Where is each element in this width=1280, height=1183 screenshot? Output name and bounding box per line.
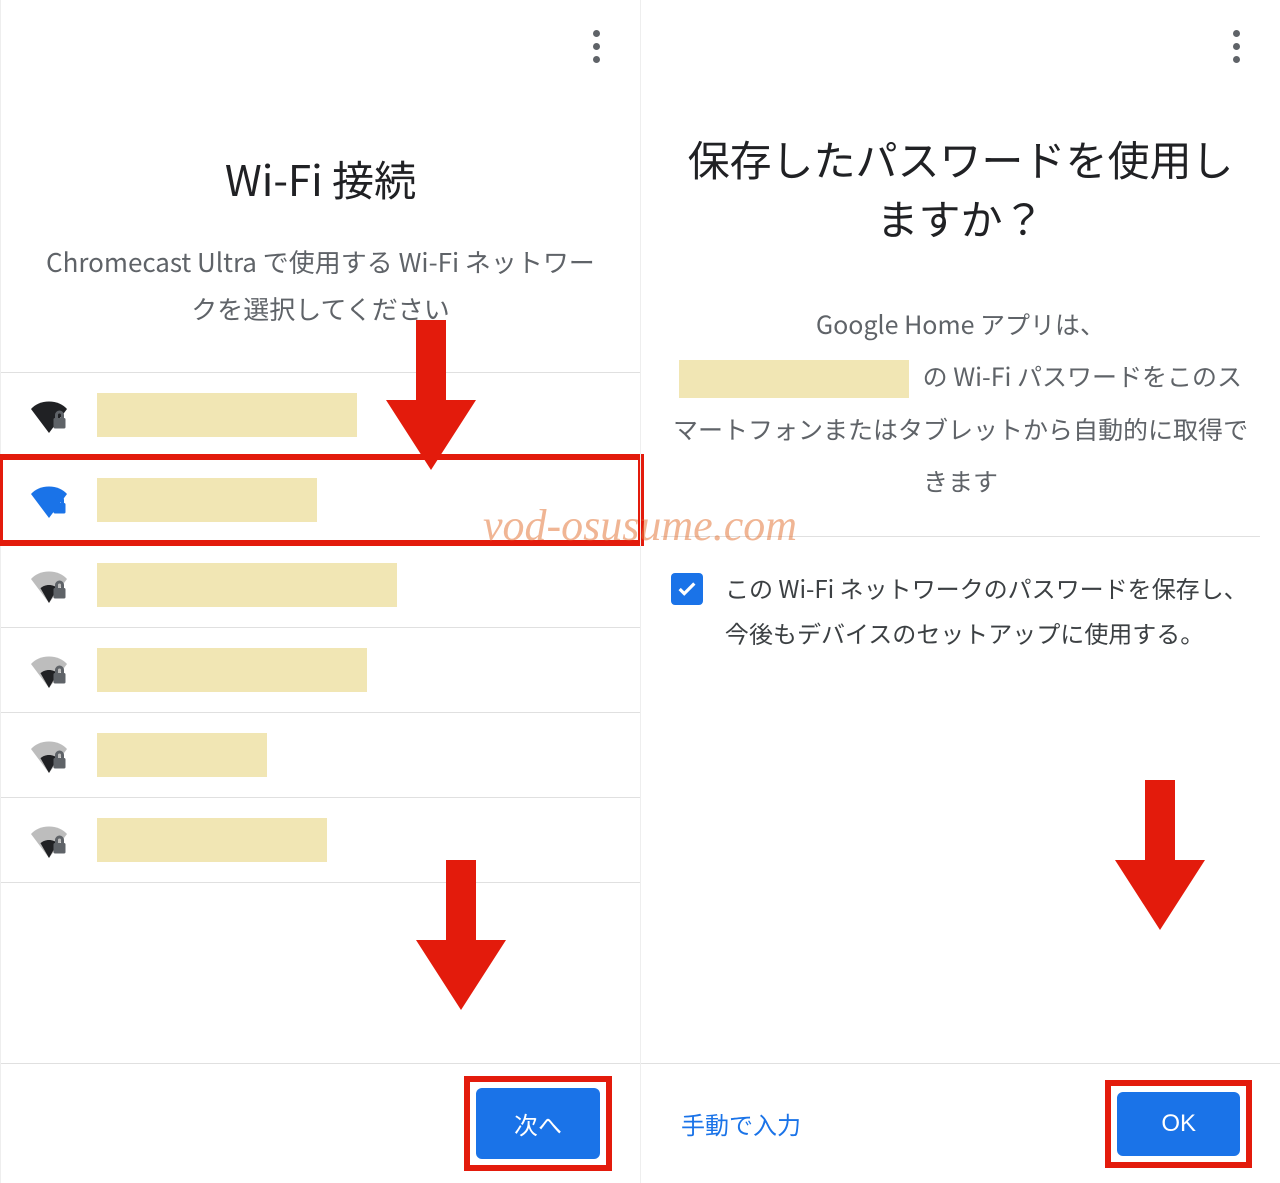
page-subtitle: Chromecast Ultra で使用する Wi-Fi ネットワークを選択して… — [41, 239, 600, 333]
page-title: 保存したパスワードを使用しますか？ — [681, 130, 1240, 248]
wifi-network-row[interactable] — [1, 713, 640, 798]
annotation-arrow-icon — [1110, 780, 1210, 930]
wifi-lock-icon — [31, 822, 67, 858]
footer-bar: 次へ — [1, 1063, 640, 1183]
wifi-lock-icon — [31, 482, 67, 518]
wifi-lock-icon — [31, 737, 67, 773]
wifi-select-screen: Wi-Fi 接続 Chromecast Ultra で使用する Wi-Fi ネッ… — [0, 0, 640, 1183]
wifi-network-row[interactable] — [1, 372, 640, 458]
wifi-network-list — [1, 372, 640, 883]
wifi-lock-icon — [31, 652, 67, 688]
wifi-ssid-redacted — [97, 393, 357, 437]
wifi-ssid-redacted — [97, 733, 267, 777]
manual-entry-button[interactable]: 手動で入力 — [681, 1106, 801, 1141]
save-password-checkbox[interactable] — [671, 573, 703, 605]
ok-button[interactable]: OK — [1117, 1092, 1240, 1156]
wifi-network-row-selected[interactable] — [1, 458, 640, 543]
header: 保存したパスワードを使用しますか？ — [641, 0, 1280, 298]
wifi-ssid-redacted — [97, 648, 367, 692]
wifi-network-row[interactable] — [1, 798, 640, 883]
wifi-ssid-redacted — [97, 563, 397, 607]
overflow-menu-icon[interactable] — [583, 20, 610, 73]
page-title: Wi-Fi 接続 — [41, 150, 600, 209]
body-pre: Google Home アプリは、 — [816, 306, 1105, 342]
header: Wi-Fi 接続 Chromecast Ultra で使用する Wi-Fi ネッ… — [1, 0, 640, 352]
body-text: Google Home アプリは、 の Wi-Fi パスワードをこのスマートフォ… — [641, 298, 1280, 508]
wifi-lock-icon — [31, 567, 67, 603]
wifi-ssid-redacted — [679, 360, 909, 398]
save-password-label: この Wi-Fi ネットワークのパスワードを保存し、今後もデバイスのセットアップ… — [725, 565, 1250, 656]
wifi-lock-icon — [31, 397, 67, 433]
next-button[interactable]: 次へ — [476, 1088, 600, 1159]
divider — [661, 536, 1260, 537]
wifi-network-row[interactable] — [1, 543, 640, 628]
wifi-network-row[interactable] — [1, 628, 640, 713]
saved-password-screen: 保存したパスワードを使用しますか？ Google Home アプリは、 の Wi… — [640, 0, 1280, 1183]
save-password-row: この Wi-Fi ネットワークのパスワードを保存し、今後もデバイスのセットアップ… — [641, 565, 1280, 656]
overflow-menu-icon[interactable] — [1223, 20, 1250, 73]
footer-bar: 手動で入力 OK — [641, 1063, 1280, 1183]
wifi-ssid-redacted — [97, 478, 317, 522]
wifi-ssid-redacted — [97, 818, 327, 862]
